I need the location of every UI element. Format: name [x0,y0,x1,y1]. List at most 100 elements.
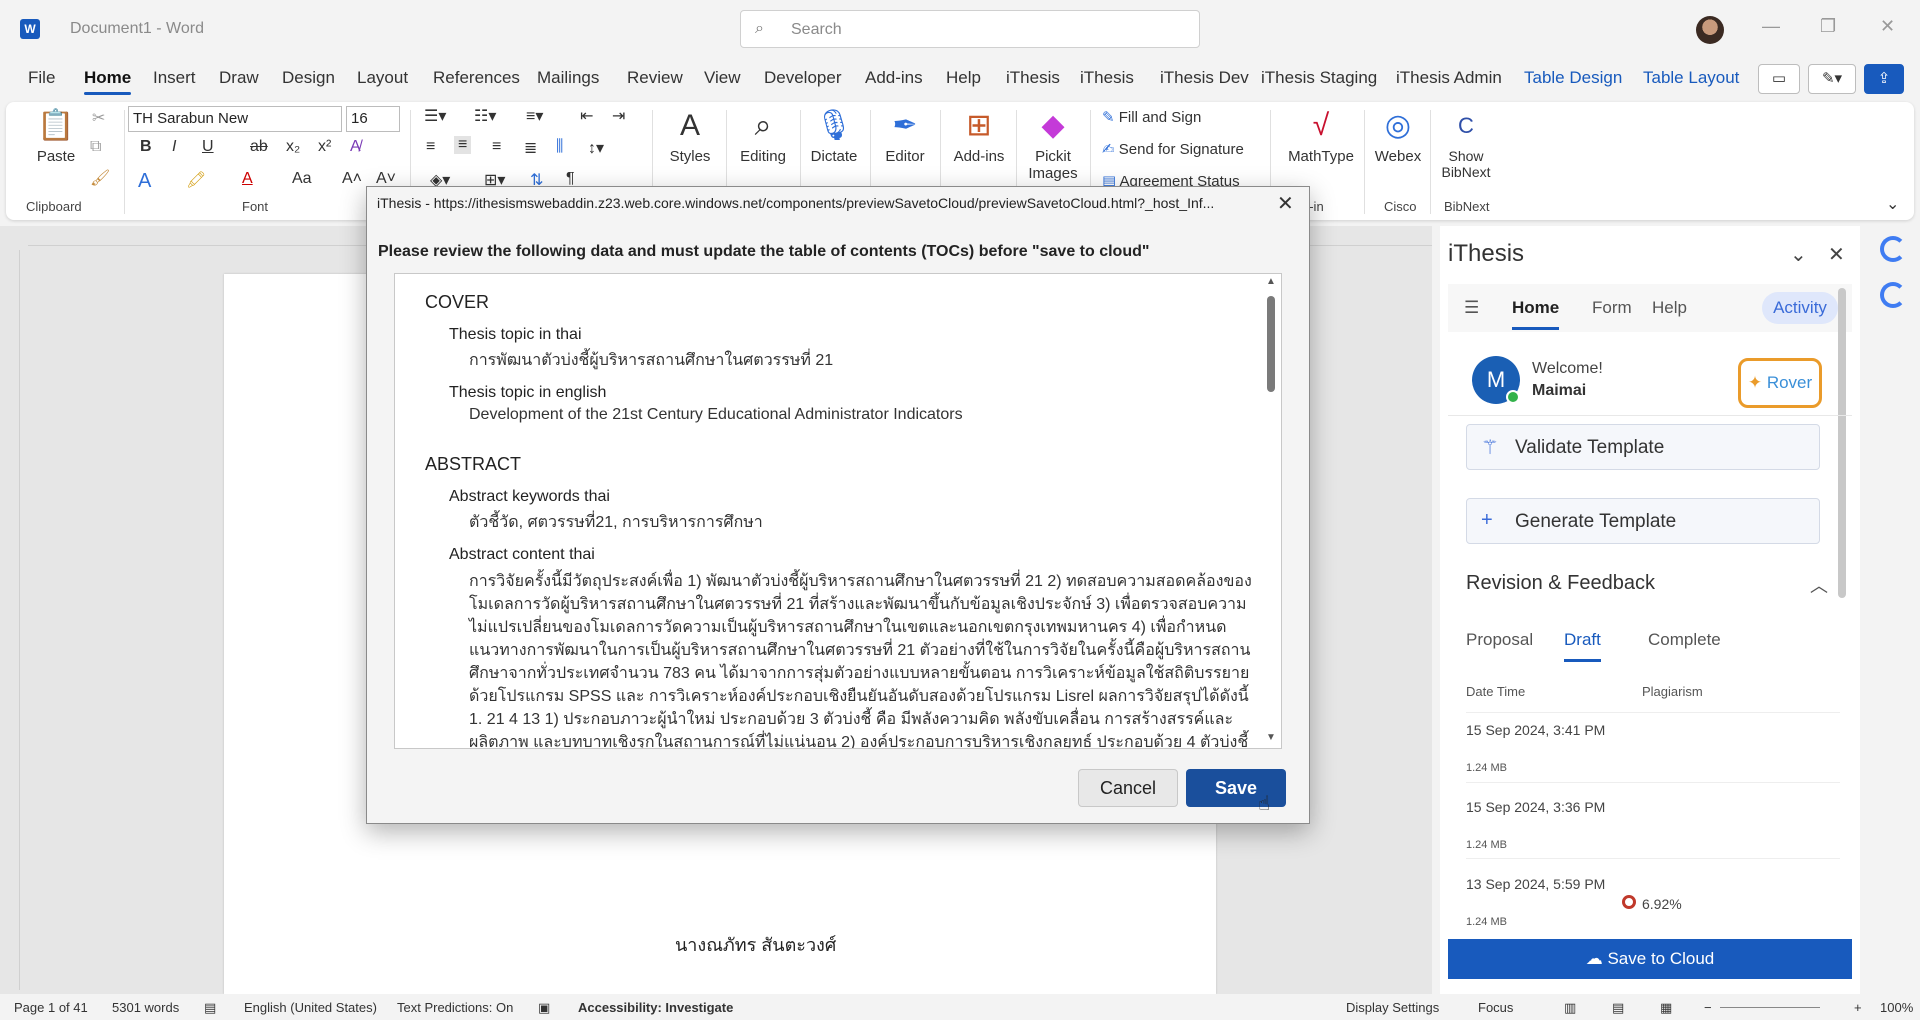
chevron-up-icon[interactable]: ︿ [1810,572,1828,598]
user-avatar[interactable] [1696,16,1724,44]
scroll-thumb[interactable] [1267,296,1275,392]
strikethrough-icon[interactable]: ab [250,138,268,156]
change-case-icon[interactable]: Aa [292,170,312,188]
editing-mode-icon[interactable]: ✎▾ [1808,64,1856,94]
tab-draw[interactable]: Draw [219,68,259,88]
tab-home[interactable]: Home [84,68,132,95]
tab-mailings[interactable]: Mailings [537,68,599,88]
tab-addins[interactable]: Add-ins [865,68,923,88]
tab-ithesis-admin[interactable]: iThesis Admin [1396,68,1502,88]
cut-icon[interactable]: ✂ [92,108,105,128]
font-size-select[interactable]: 16 [346,106,400,132]
rover-button[interactable]: ✦ Rover [1738,358,1822,408]
editor-button[interactable]: ✒ Editor [874,108,936,165]
dialog-close-icon[interactable]: ✕ [1277,191,1294,216]
dialog-scrollbar[interactable]: ▲ ▼ [1263,274,1281,748]
justify-icon[interactable]: ≣ [524,138,537,158]
zoom-level[interactable]: 100% [1880,1000,1913,1015]
fill-sign-button[interactable]: ✎ Fill and Sign [1102,108,1201,126]
subscript-icon[interactable]: x₂ [286,138,300,156]
collapse-ribbon-icon[interactable]: ⌄ [1886,194,1899,214]
webex-button[interactable]: ◎ Webex [1368,108,1428,165]
multilevel-list-icon[interactable]: ≡▾ [526,106,543,126]
word-count[interactable]: 5301 words [112,1000,179,1015]
font-name-select[interactable]: TH Sarabun New [128,106,342,132]
save-to-cloud-button[interactable]: ☁ Save to Cloud [1448,939,1852,979]
scroll-up-icon[interactable]: ▲ [1266,276,1276,287]
rev-tab-complete[interactable]: Complete [1648,630,1721,650]
highlight-icon[interactable]: 🖍 [186,170,206,190]
focus-mode[interactable]: Focus [1478,1000,1513,1015]
accessibility-status[interactable]: Accessibility: Investigate [578,1000,733,1015]
search-box[interactable]: ⌕ Search [740,10,1200,48]
save-button[interactable]: Save [1186,769,1286,807]
minimize-icon[interactable]: — [1762,16,1780,37]
tab-developer[interactable]: Developer [764,68,842,88]
tab-file[interactable]: File [28,68,55,88]
tab-references[interactable]: References [433,68,520,88]
display-settings[interactable]: Display Settings [1346,1000,1439,1015]
copy-icon[interactable]: ⧉ [90,138,101,156]
pane-tab-home[interactable]: Home [1512,298,1560,330]
format-painter-icon[interactable]: 🖌 [90,168,110,188]
share-icon[interactable]: ⇪ [1864,64,1904,94]
scroll-down-icon[interactable]: ▼ [1266,732,1276,743]
tab-table-layout[interactable]: Table Layout [1643,68,1739,88]
rev-tab-draft[interactable]: Draft [1564,630,1601,662]
grow-font-icon[interactable]: A˄ [342,170,362,188]
tab-view[interactable]: View [704,68,741,88]
pane-tab-form[interactable]: Form [1592,298,1632,318]
cancel-button[interactable]: Cancel [1078,769,1178,807]
tab-design[interactable]: Design [282,68,335,88]
proofing-icon[interactable]: ▤ [204,1000,216,1016]
row-date[interactable]: 15 Sep 2024, 3:36 PM [1466,799,1605,815]
bold-icon[interactable]: B [140,138,152,156]
styles-button[interactable]: A Styles [660,108,720,165]
comments-icon[interactable]: ▭ [1758,64,1800,94]
line-spacing-icon[interactable]: ↕▾ [588,138,604,158]
decrease-indent-icon[interactable]: ⇤ [580,106,593,126]
zoom-slider[interactable] [1720,1007,1820,1008]
print-layout-icon[interactable]: ▤ [1612,1000,1624,1016]
send-signature-button[interactable]: ✍ Send for Signature [1102,140,1244,158]
preview-content[interactable]: COVER Thesis topic in thai การพัฒนาตัวบ่… [394,273,1282,749]
tab-layout[interactable]: Layout [357,68,408,88]
editing-button[interactable]: ⌕ Editing [730,108,796,165]
read-mode-icon[interactable]: ▥ [1564,1000,1576,1016]
tab-review[interactable]: Review [627,68,683,88]
superscript-icon[interactable]: x² [318,138,331,156]
macro-icon[interactable]: ▣ [538,1000,550,1016]
tab-ithesis-2[interactable]: iThesis [1080,68,1134,88]
tab-insert[interactable]: Insert [153,68,196,88]
dictate-button[interactable]: 🎙 Dictate [802,108,866,165]
align-left-icon[interactable]: ≡ [426,138,435,156]
tab-help[interactable]: Help [946,68,981,88]
ithesis-rail-icon[interactable] [1880,236,1906,262]
bullets-icon[interactable]: ☰▾ [424,106,446,126]
tab-table-design[interactable]: Table Design [1524,68,1622,88]
pane-tab-help[interactable]: Help [1652,298,1687,318]
maximize-icon[interactable]: ❐ [1820,16,1836,37]
tab-ithesis-dev[interactable]: iThesis Dev [1160,68,1249,88]
align-right-icon[interactable]: ≡ [492,138,501,156]
ithesis-rail-icon-active[interactable] [1880,282,1906,308]
numbering-icon[interactable]: ☷▾ [474,106,496,126]
plagiarism-value[interactable]: 6.92% [1642,896,1682,912]
row-date[interactable]: 15 Sep 2024, 3:41 PM [1466,722,1605,738]
bibnext-button[interactable]: C Show BibNext [1434,108,1498,180]
hamburger-icon[interactable]: ☰ [1464,298,1479,318]
columns-icon[interactable]: ⫼ [556,138,563,156]
pane-options-chevron-icon[interactable]: ⌄ [1790,242,1807,267]
underline-icon[interactable]: U [202,138,214,156]
row-date[interactable]: 13 Sep 2024, 5:59 PM [1466,876,1605,892]
pane-scrollbar[interactable] [1838,288,1846,598]
zoom-in-icon[interactable]: + [1854,1000,1862,1015]
clear-formatting-icon[interactable]: A̸ [350,138,361,156]
addins-button[interactable]: ⊞ Add-ins [944,108,1014,165]
italic-icon[interactable]: I [172,138,176,156]
align-center-icon[interactable]: ≡ [454,136,472,154]
generate-template-button[interactable]: + Generate Template [1466,498,1820,544]
paste-button[interactable]: 📋 Paste [28,108,84,165]
rev-tab-proposal[interactable]: Proposal [1466,630,1533,650]
language[interactable]: English (United States) [244,1000,377,1015]
